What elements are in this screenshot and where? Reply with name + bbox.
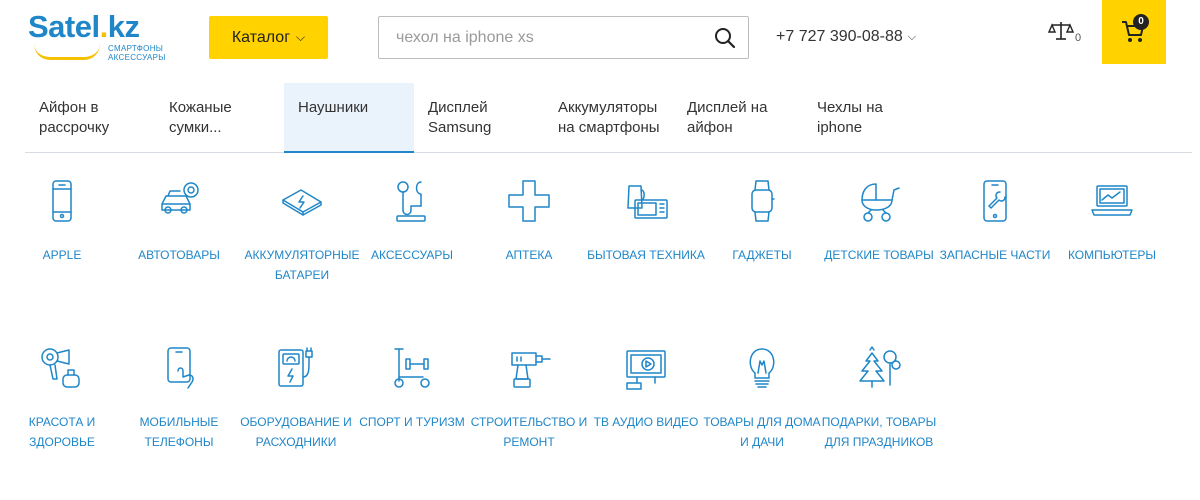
repair-phone-icon	[972, 178, 1018, 224]
logo-tagline: смартфоны аксессуары	[108, 44, 166, 62]
phone-number: +7 727 390-08-88	[776, 28, 903, 45]
logo-wordmark: Satel.kz	[28, 9, 140, 44]
phone-dropdown[interactable]: +7 727 390-08-88 ⌵	[776, 28, 916, 46]
category-equipment[interactable]: Оборудование и расходники	[236, 345, 356, 452]
logo-arc	[34, 44, 100, 60]
category-pharmacy[interactable]: Аптека	[469, 178, 589, 265]
category-spare-parts[interactable]: Запасные части	[935, 178, 1055, 265]
category-sport[interactable]: Спорт и туризм	[352, 345, 472, 432]
tab-smartphone-batteries[interactable]: Аккумуляторы на смартфоны	[544, 83, 674, 153]
smartphone-icon	[39, 178, 85, 224]
category-batteries[interactable]: Аккумуляторные батареи	[242, 178, 362, 285]
cart-count-badge: 0	[1133, 14, 1149, 30]
catalog-label: Каталог	[231, 28, 291, 46]
category-gifts[interactable]: Подарки, товары для праздников	[819, 345, 939, 452]
cart-button[interactable]: 0	[1102, 0, 1166, 64]
category-accessories[interactable]: Аксессуары	[352, 178, 472, 265]
drill-icon	[506, 345, 552, 391]
search-icon[interactable]	[714, 27, 736, 49]
phone-hand-icon	[156, 345, 202, 391]
tab-iphone-cases[interactable]: Чехлы на iphone	[803, 83, 933, 153]
tab-samsung-display[interactable]: Дисплей Samsung	[414, 83, 544, 153]
christmas-tree-icon	[856, 345, 902, 391]
lightbulb-icon	[739, 345, 785, 391]
category-computers[interactable]: Компьютеры	[1052, 178, 1172, 265]
category-mobile-phones[interactable]: Мобильные телефоны	[119, 345, 239, 452]
category-auto[interactable]: Автотовары	[119, 178, 239, 265]
category-apple[interactable]: Apple	[2, 178, 122, 265]
search-input[interactable]	[379, 17, 699, 58]
category-tv-audio-video[interactable]: ТВ Аудио Видео	[586, 345, 706, 432]
category-kids[interactable]: Детские товары	[819, 178, 939, 265]
tv-icon	[623, 345, 669, 391]
site-header: Satel.kz смартфоныаксессуары Каталог ⌵ +7…	[0, 0, 1200, 78]
battery-icon	[279, 178, 325, 224]
category-construction[interactable]: Строительство и ремонт	[469, 345, 589, 452]
headphones-icon	[389, 178, 435, 224]
hairdryer-icon	[39, 345, 85, 391]
tab-leather-bags[interactable]: Кожаные сумки...	[155, 83, 285, 153]
tab-iphone-installment[interactable]: Айфон в рассрочку	[25, 83, 155, 153]
category-beauty-health[interactable]: Красота и здоровье	[2, 345, 122, 452]
car-icon	[156, 178, 202, 224]
category-home-garden[interactable]: Товары для дома и дачи	[702, 345, 822, 452]
smartwatch-icon	[739, 178, 785, 224]
tab-iphone-display[interactable]: Дисплей на айфон	[673, 83, 803, 153]
chevron-down-icon: ⌵	[296, 30, 306, 44]
scooter-icon	[389, 345, 435, 391]
catalog-button[interactable]: Каталог ⌵	[209, 16, 328, 59]
popular-tabs: Айфон в рассрочку Кожаные сумки... Наушн…	[25, 83, 1192, 153]
medical-cross-icon	[506, 178, 552, 224]
compare-count: 0	[1075, 32, 1082, 44]
search-box	[378, 16, 749, 59]
laptop-icon	[1089, 178, 1135, 224]
scales-icon	[1047, 22, 1075, 40]
site-logo[interactable]: Satel.kz смартфоны аксессуары	[28, 10, 168, 64]
category-gadgets[interactable]: Гаджеты	[702, 178, 822, 265]
charger-icon	[273, 345, 319, 391]
appliances-icon	[623, 178, 669, 224]
chevron-down-icon: ⌵	[907, 30, 917, 43]
compare-button[interactable]: 0	[1047, 20, 1088, 50]
category-home-appliances[interactable]: Бытовая техника	[586, 178, 706, 265]
stroller-icon	[856, 178, 902, 224]
tab-headphones[interactable]: Наушники	[284, 83, 414, 153]
